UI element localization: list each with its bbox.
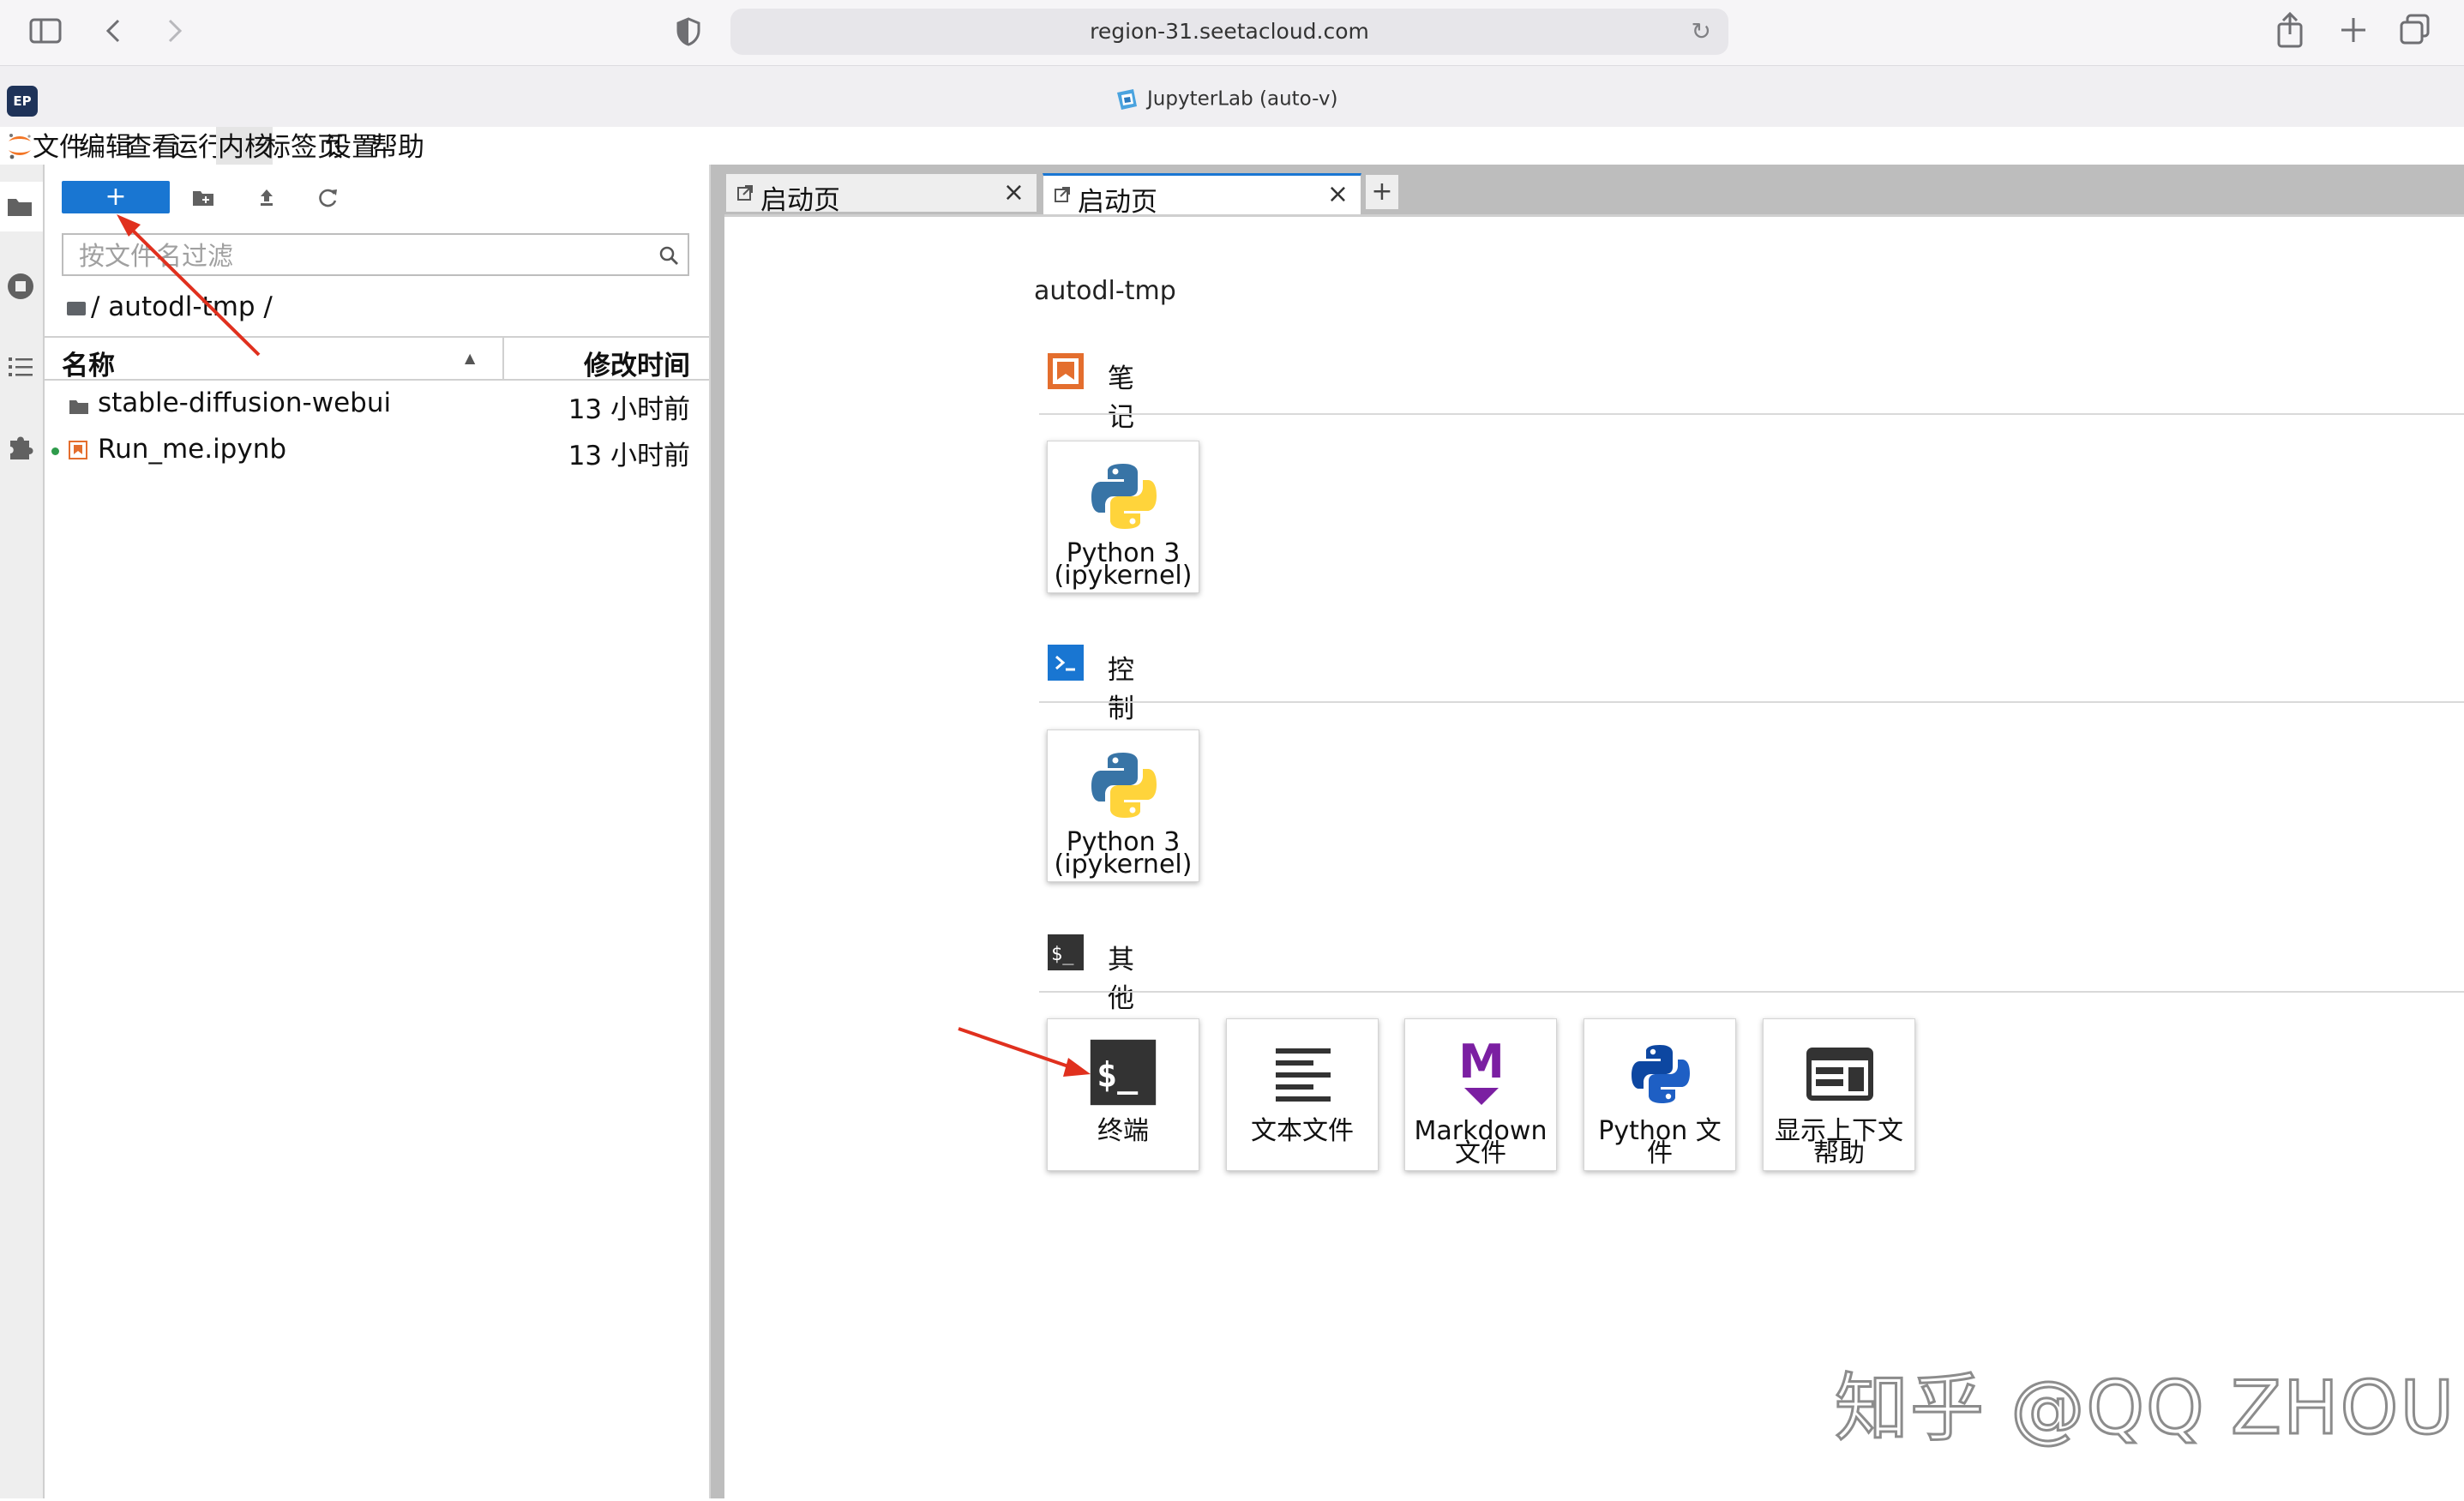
file-name: Run_me.ipynb — [98, 434, 287, 465]
new-tab-plus-icon[interactable] — [2339, 15, 2368, 45]
column-modified-header[interactable]: 修改时间 — [584, 344, 690, 382]
python-file-icon — [1632, 1045, 1690, 1103]
launcher-tab-icon — [737, 185, 753, 201]
url-text: region-31.seetacloud.com — [1090, 19, 1369, 44]
new-folder-icon[interactable] — [190, 185, 216, 211]
tab-launcher[interactable]: 启动页 × — [725, 173, 1037, 216]
file-browser-tab[interactable] — [0, 182, 43, 231]
breadcrumb-path[interactable]: / autodl-tmp / — [91, 291, 273, 322]
sidebar-toggle-icon[interactable] — [29, 17, 63, 45]
table-of-contents-icon[interactable] — [3, 350, 38, 384]
python-logo-icon — [1091, 753, 1157, 818]
section-divider — [1039, 413, 2464, 415]
tab-overview-icon[interactable] — [2399, 14, 2431, 46]
context-help-icon — [1806, 1048, 1873, 1101]
home-folder-icon[interactable] — [67, 301, 86, 315]
close-icon[interactable]: × — [1003, 177, 1025, 207]
extension-manager-icon[interactable] — [3, 430, 38, 465]
new-launcher-button[interactable]: + — [62, 181, 170, 213]
other-terminal-icon: $_ — [1048, 934, 1084, 970]
upload-icon[interactable] — [254, 185, 279, 211]
notebook-icon — [1048, 353, 1084, 389]
launcher-card-markdown[interactable]: M Markdown 文件 — [1404, 1018, 1557, 1171]
address-bar[interactable]: region-31.seetacloud.com ↻ — [730, 9, 1728, 55]
console-icon — [1048, 645, 1084, 681]
section-divider — [1039, 991, 2464, 993]
launcher-card-terminal[interactable]: $_ 终端 — [1047, 1018, 1199, 1171]
launcher-card-notebook-python3[interactable]: Python 3 (ipykernel) — [1047, 441, 1199, 593]
card-label: 显示上下文帮助 — [1775, 1116, 1903, 1168]
section-title: 其他 — [1108, 945, 1134, 1014]
jupyter-logo-icon — [9, 134, 31, 159]
file-filter-box[interactable] — [62, 233, 689, 276]
back-arrow-icon[interactable] — [103, 17, 123, 45]
running-sessions-icon[interactable] — [3, 269, 38, 303]
share-icon[interactable] — [2275, 12, 2305, 48]
card-label: 文本文件 — [1251, 1116, 1354, 1146]
tab-launcher-current[interactable]: 启动页 × — [1043, 173, 1361, 218]
launcher-card-console-python3[interactable]: Python 3 (ipykernel) — [1047, 729, 1199, 882]
menu-help[interactable]: 帮助 — [370, 127, 426, 165]
card-label: 终端 — [1097, 1116, 1149, 1146]
card-label: Python 3 (ipykernel) — [1054, 538, 1193, 591]
forward-arrow-icon[interactable] — [165, 17, 185, 45]
card-label: Python 3 (ipykernel) — [1054, 827, 1193, 880]
jupyterlab-tab-icon — [1117, 89, 1137, 110]
privacy-shield-icon[interactable] — [676, 17, 701, 46]
python-logo-icon — [1091, 464, 1157, 529]
reload-icon[interactable]: ↻ — [1692, 17, 1711, 45]
file-list-header: 名称 ▲ 修改时间 — [45, 336, 709, 381]
svg-text:$_: $_ — [1097, 1055, 1139, 1095]
section-divider — [1039, 701, 2464, 703]
notebook-file-icon — [69, 441, 87, 459]
breadcrumb[interactable]: / autodl-tmp / — [67, 291, 273, 322]
pinned-tab-favicon[interactable]: EP — [7, 86, 38, 117]
column-divider[interactable] — [502, 338, 504, 379]
launcher-card-text-file[interactable]: 文本文件 — [1226, 1018, 1379, 1171]
file-modified: 13 小时前 — [568, 394, 690, 425]
close-icon[interactable]: × — [1327, 179, 1349, 209]
running-indicator — [51, 447, 59, 455]
panel-splitter[interactable] — [709, 165, 726, 1498]
column-name-header[interactable]: 名称 — [62, 344, 115, 382]
watermark: 知乎 @QQ ZHOU — [1833, 1365, 2456, 1453]
tab-label: 启动页 — [760, 185, 840, 216]
browser-tab-title: JupyterLab (auto-v) — [1147, 87, 1338, 111]
sort-ascending-icon: ▲ — [465, 350, 476, 366]
search-icon — [659, 246, 678, 265]
launcher-card-context-help[interactable]: 显示上下文帮助 — [1763, 1018, 1915, 1171]
card-label: Markdown 文件 — [1414, 1116, 1548, 1168]
browser-toolbar: region-31.seetacloud.com ↻ — [0, 0, 2464, 65]
add-tab-button[interactable]: + — [1365, 174, 1399, 210]
card-label: Python 文件 — [1598, 1116, 1722, 1168]
terminal-icon: $_ — [1090, 1039, 1157, 1106]
tab-label: 启动页 — [1078, 187, 1157, 218]
text-file-icon — [1276, 1048, 1331, 1102]
file-name: stable-diffusion-webui — [98, 387, 392, 418]
launcher-tab-icon — [1055, 187, 1070, 202]
file-modified: 13 小时前 — [568, 441, 690, 471]
refresh-icon[interactable] — [316, 185, 341, 211]
file-filter-input[interactable] — [77, 240, 646, 273]
svg-text:$_: $_ — [1051, 944, 1074, 965]
file-row[interactable]: Run_me.ipynb 13 小时前 — [45, 429, 709, 473]
launcher-panel — [724, 214, 2464, 1501]
folder-icon — [8, 199, 32, 216]
folder-icon — [69, 400, 88, 414]
launcher-card-python-file[interactable]: Python 文件 — [1584, 1018, 1736, 1171]
markdown-icon: M — [1458, 1036, 1505, 1105]
svg-text:M: M — [1458, 1036, 1505, 1089]
browser-tab[interactable]: JupyterLab (auto-v) — [1115, 87, 1337, 111]
launcher-cwd: autodl-tmp — [1034, 276, 1176, 306]
file-row[interactable]: stable-diffusion-webui 13 小时前 — [45, 382, 709, 427]
